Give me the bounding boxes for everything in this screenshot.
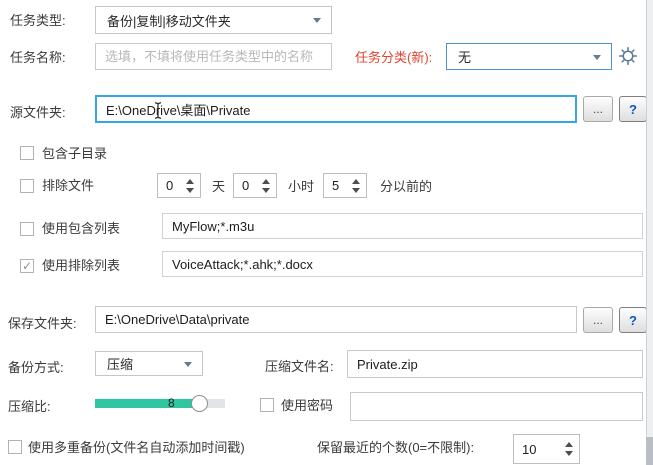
save-folder-input[interactable]: [95, 306, 577, 333]
keep-count-value: 10: [522, 441, 537, 457]
chevron-down-icon: [184, 361, 192, 367]
keep-count-stepper[interactable]: 10: [513, 434, 580, 464]
vertical-scrollbar[interactable]: [646, 0, 653, 465]
backup-method-dropdown[interactable]: 压缩: [95, 351, 203, 376]
compression-label: 压缩比:: [8, 399, 51, 414]
minutes-value: 5: [332, 178, 340, 193]
stepper-arrows-icon[interactable]: [348, 178, 366, 193]
multi-backup-label: 使用多重备份(文件名自动添加时间戳): [28, 440, 245, 455]
exclude-old-label: 排除文件: [42, 178, 95, 193]
password-input[interactable]: [350, 392, 643, 421]
task-category-label: 任务分类(新):: [355, 50, 433, 65]
stepper-arrows-icon[interactable]: [182, 178, 200, 193]
task-type-dropdown[interactable]: 备份|复制|移动文件夹: [95, 6, 332, 34]
chevron-down-icon: [593, 54, 601, 60]
zip-name-input[interactable]: [347, 350, 643, 378]
use-password-checkbox[interactable]: [260, 398, 274, 412]
zip-name-label: 压缩文件名:: [265, 359, 334, 374]
source-folder-input[interactable]: [95, 95, 577, 123]
minutes-suffix-label: 分以前的: [380, 179, 433, 194]
source-help-button[interactable]: ?: [619, 96, 647, 122]
task-category-dropdown[interactable]: 无: [446, 43, 612, 70]
exclude-list-input[interactable]: [162, 251, 643, 277]
stepper-arrows-icon[interactable]: [561, 442, 579, 456]
backup-method-value: 压缩: [107, 357, 134, 372]
save-folder-label: 保存文件夹:: [8, 316, 77, 331]
hours-unit-label: 小时: [288, 179, 315, 194]
chevron-down-icon: [313, 18, 321, 23]
include-list-checkbox[interactable]: [20, 222, 34, 236]
backup-task-form: 任务类型: 备份|复制|移动文件夹 任务名称: 任务分类(新): 无 源文件夹:…: [0, 0, 653, 465]
include-list-label: 使用包含列表: [42, 221, 121, 236]
hours-value: 0: [242, 178, 250, 193]
minutes-stepper[interactable]: 5: [323, 173, 367, 198]
text-cursor-pointer: [154, 101, 162, 120]
source-folder-label: 源文件夹:: [10, 105, 66, 120]
days-value: 0: [166, 178, 174, 193]
task-name-label: 任务名称:: [10, 50, 66, 65]
exclude-list-label: 使用排除列表: [42, 258, 121, 273]
include-list-input[interactable]: [162, 213, 643, 239]
days-unit-label: 天: [212, 179, 226, 194]
backup-method-label: 备份方式:: [8, 360, 64, 375]
exclude-list-checkbox[interactable]: ✓: [20, 259, 34, 273]
include-subdirs-label: 包含子目录: [42, 146, 108, 161]
task-type-value: 备份|复制|移动文件夹: [107, 13, 231, 29]
stepper-arrows-icon[interactable]: [258, 178, 276, 193]
scrollbar-thumb[interactable]: [646, 437, 653, 465]
days-stepper[interactable]: 0: [157, 173, 201, 198]
gear-icon[interactable]: [617, 45, 639, 67]
use-password-label: 使用密码: [281, 398, 334, 413]
exclude-old-checkbox[interactable]: [20, 179, 34, 193]
task-name-input[interactable]: [95, 43, 332, 70]
compression-slider-thumb[interactable]: [191, 395, 208, 412]
save-help-button[interactable]: ?: [619, 307, 647, 333]
task-category-value: 无: [458, 50, 472, 65]
check-icon: ✓: [21, 259, 33, 273]
hours-stepper[interactable]: 0: [233, 173, 277, 198]
source-browse-button[interactable]: ...: [583, 96, 613, 122]
include-subdirs-checkbox[interactable]: [20, 146, 34, 160]
keep-count-label: 保留最近的个数(0=不限制):: [317, 440, 475, 455]
compression-value: 8: [168, 396, 175, 410]
save-browse-button[interactable]: ...: [583, 307, 613, 333]
multi-backup-checkbox[interactable]: [8, 440, 22, 454]
task-type-label: 任务类型:: [10, 13, 66, 28]
